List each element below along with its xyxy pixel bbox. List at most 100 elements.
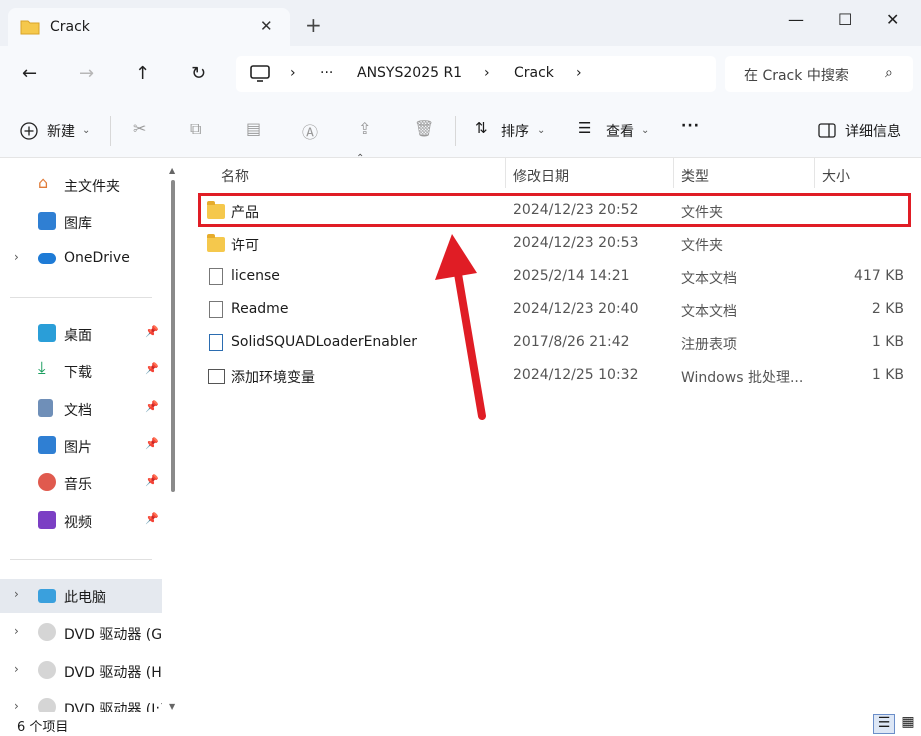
column-header-name[interactable]: 名称 [221,166,249,186]
column-divider[interactable] [673,158,674,188]
expand-chevron-icon[interactable]: › [14,587,19,601]
details-view-icon[interactable]: ☰ [873,714,895,734]
delete-icon[interactable]: 🗑 [414,119,434,138]
pin-icon[interactable]: 📌 [145,362,159,375]
large-icons-view-icon[interactable]: ▦ [897,714,919,734]
file-row[interactable]: 许可 2024/12/23 20:53 文件夹 [198,228,912,260]
computer-icon [38,589,56,603]
sidebar-item-documents[interactable]: 文档 📌 [0,392,162,426]
refresh-button[interactable]: ↻ [191,63,206,84]
expand-chevron-icon[interactable]: › [14,250,19,264]
breadcrumb-chevron[interactable]: › [484,65,490,81]
address-bar[interactable]: › ··· ANSYS2025 R1 › Crack › [236,56,716,92]
expand-chevron-icon[interactable]: › [14,624,19,638]
pin-icon[interactable]: 📌 [145,512,159,525]
file-row[interactable]: SolidSQUADLoaderEnabler 2017/8/26 21:42 … [198,327,912,359]
file-name: Readme [231,301,289,317]
pin-icon[interactable]: 📌 [145,400,159,413]
new-chevron-down-icon: ⌄ [82,125,91,136]
sidebar-item-onedrive[interactable]: › OneDrive [0,242,162,276]
file-row[interactable]: Readme 2024/12/23 20:40 文本文档 2 KB [198,294,912,326]
text-document-icon [209,301,223,318]
search-icon[interactable]: ⌕ [885,65,893,81]
view-button[interactable]: 查看 [606,121,634,141]
folder-icon [20,20,40,35]
rename-icon[interactable]: Ⓐ [302,119,318,143]
file-list: ⌃ 名称 修改日期 类型 大小 产品 2024/12/23 20:52 文件夹 … [178,153,921,712]
sidebar-scrollbar[interactable]: ▲ ▼ [169,166,176,712]
search-placeholder: 在 Crack 中搜索 [744,68,849,84]
file-type: Windows 批处理... [681,370,804,386]
details-button[interactable]: 详细信息 [845,121,901,141]
up-button[interactable]: ↑ [135,63,150,84]
pictures-icon [38,436,56,454]
expand-chevron-icon[interactable]: › [14,699,19,712]
scroll-thumb[interactable] [171,180,175,492]
sidebar-item-pictures[interactable]: 图片 📌 [0,429,162,463]
search-box[interactable]: 在 Crack 中搜索 ⌕ [725,56,913,92]
column-header-type[interactable]: 类型 [681,166,709,186]
file-type: 注册表项 [681,337,737,353]
pin-icon[interactable]: 📌 [145,325,159,338]
new-button[interactable]: 新建 [47,121,75,141]
paste-icon[interactable]: ▤ [246,119,261,138]
sidebar-item-music[interactable]: 音乐 📌 [0,466,162,500]
sidebar-item-label: 文档 [64,403,92,419]
minimize-button[interactable]: — [788,10,804,29]
sidebar-item-home[interactable]: ⌂ 主文件夹 [0,168,162,202]
file-row[interactable]: license 2025/2/14 14:21 文本文档 417 KB [198,261,912,293]
close-window-button[interactable]: ✕ [886,10,899,29]
file-size: 417 KB [854,268,904,284]
tab-close-icon[interactable]: ✕ [260,17,273,35]
scroll-down-icon[interactable]: ▼ [169,702,175,711]
file-size: 1 KB [871,367,904,383]
pin-icon[interactable]: 📌 [145,437,159,450]
documents-icon [38,399,53,417]
sidebar-item-label: 图片 [64,440,92,456]
file-name: license [231,268,280,284]
new-tab-button[interactable]: + [305,15,322,35]
sidebar-item-this-pc[interactable]: › 此电脑 [0,579,162,613]
home-icon: ⌂ [38,173,49,192]
tab-crack[interactable]: Crack ✕ [8,8,290,46]
breadcrumb-overflow[interactable]: ··· [320,65,333,81]
column-divider[interactable] [505,158,506,188]
pin-icon[interactable]: 📌 [145,474,159,487]
maximize-button[interactable]: ☐ [838,10,852,29]
sidebar-item-dvd-h[interactable]: › DVD 驱动器 (H [0,654,162,688]
sort-button[interactable]: 排序 [501,121,529,141]
sidebar-item-videos[interactable]: 视频 📌 [0,504,162,538]
sidebar-item-label: 桌面 [64,328,92,344]
sidebar-item-gallery[interactable]: 图库 [0,205,162,239]
cut-icon[interactable]: ✂ [133,119,146,138]
sidebar-item-label: 下载 [64,365,92,381]
breadcrumb-chevron[interactable]: › [290,65,296,81]
music-icon [38,473,56,491]
breadcrumb-crack[interactable]: Crack [514,65,554,81]
forward-button[interactable]: → [79,63,94,84]
command-bar: 新建 ⌄ ✂ ⧉ ▤ Ⓐ ⇪ 🗑 ⇅ 排序 ⌄ ☰ 查看 ⌄ ··· 详细信息 [0,104,921,158]
navigation-bar: ← → ↑ ↻ › ··· ANSYS2025 R1 › Crack › 在 C… [0,46,921,104]
scroll-up-icon[interactable]: ▲ [169,166,175,175]
breadcrumb-chevron[interactable]: › [576,65,582,81]
share-icon[interactable]: ⇪ [358,119,371,138]
expand-chevron-icon[interactable]: › [14,662,19,676]
file-name: 许可 [231,238,259,254]
view-chevron-down-icon: ⌄ [641,125,650,136]
back-button[interactable]: ← [22,63,37,84]
column-header-size[interactable]: 大小 [822,166,850,186]
sidebar-item-dvd-i[interactable]: › DVD 驱动器 (I:) [0,691,162,712]
sidebar-item-downloads[interactable]: ⤓ 下载 📌 [0,354,162,388]
copy-icon[interactable]: ⧉ [190,119,201,139]
file-size: 1 KB [871,334,904,350]
sidebar-item-desktop[interactable]: 桌面 📌 [0,317,162,351]
breadcrumb-ansys[interactable]: ANSYS2025 R1 [357,65,462,81]
more-options-button[interactable]: ··· [681,118,700,134]
file-row[interactable]: 添加环境变量 2024/12/25 10:32 Windows 批处理... 1… [198,360,912,392]
sidebar-item-dvd-g[interactable]: › DVD 驱动器 (G [0,616,162,650]
column-header-modified[interactable]: 修改日期 [513,166,569,186]
registry-file-icon [209,334,223,351]
column-divider[interactable] [814,158,815,188]
dvd-drive-icon [38,698,56,712]
onedrive-cloud-icon [38,253,56,264]
